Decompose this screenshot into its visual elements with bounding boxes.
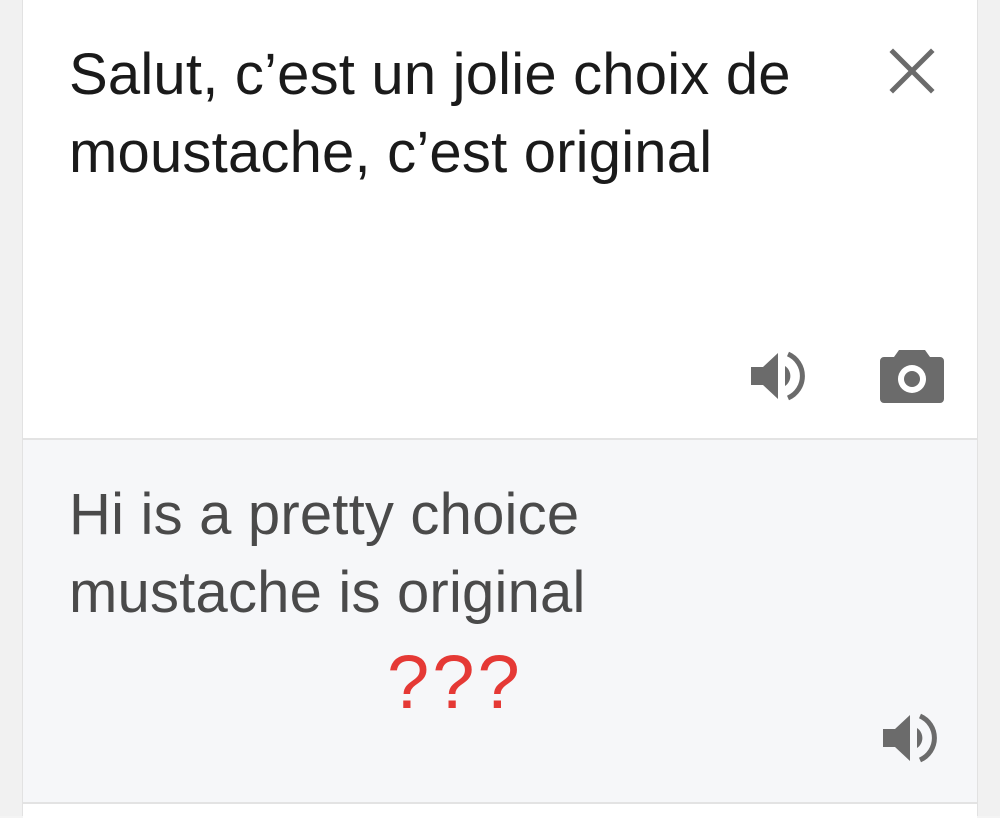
close-icon — [889, 48, 935, 94]
speaker-icon — [883, 713, 937, 763]
translation-text[interactable]: Hi is a pretty choice mustache is origin… — [69, 476, 769, 632]
source-text[interactable]: Salut, c’est un jolie choix de moustache… — [69, 36, 829, 192]
camera-icon — [880, 350, 944, 403]
app-frame: Salut, c’est un jolie choix de moustache… — [0, 0, 1000, 818]
close-button[interactable] — [885, 44, 939, 98]
translation-pane: Hi is a pretty choice mustache is origin… — [23, 440, 977, 802]
source-pane: Salut, c’est un jolie choix de moustache… — [23, 0, 977, 440]
translation-speaker-button[interactable] — [879, 708, 939, 768]
speaker-icon — [751, 351, 805, 401]
camera-button[interactable] — [879, 344, 945, 404]
question-marks-annotation: ??? — [387, 640, 523, 725]
source-speaker-button[interactable] — [747, 346, 807, 406]
translation-card: Salut, c’est un jolie choix de moustache… — [22, 0, 978, 818]
